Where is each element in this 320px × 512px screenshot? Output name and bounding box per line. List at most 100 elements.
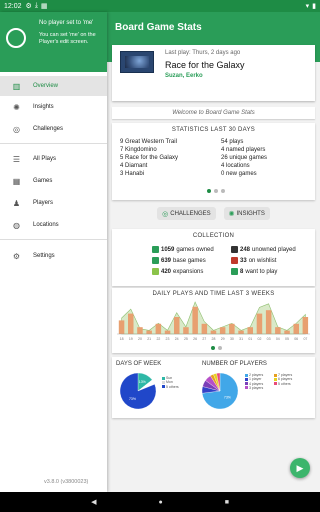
top-games-list: 9 Great Western Trail 7 Kingdomino 5 Rac…	[120, 138, 178, 178]
list-item: 54 plays	[221, 139, 244, 145]
list-item[interactable]: 9 Great Western Trail	[120, 138, 178, 146]
lightbulb-icon: ✺	[228, 210, 235, 218]
plays-bar	[256, 313, 263, 334]
want-to-play-icon	[231, 268, 238, 275]
play-fab[interactable]: ▶	[290, 458, 310, 478]
list-item: 0 new games	[221, 171, 257, 177]
collection-panel: COLLECTION 1059 games owned 248 unowned pl…	[112, 229, 315, 286]
home-icon[interactable]: ●	[158, 499, 162, 506]
x-tick-label: 03	[267, 337, 271, 341]
wishlist-icon	[231, 257, 238, 264]
plays-bar	[219, 327, 226, 334]
collection-expansions[interactable]: 420 expansions	[152, 268, 203, 275]
chart-icon: ▥	[12, 81, 21, 91]
list-icon: ☰	[12, 154, 21, 164]
bottom-charts-panel: DAYS OF WEEK 13% 73% Sun Mon 5 others NUM…	[112, 357, 315, 418]
number-of-players-chart[interactable]: 73%	[200, 371, 240, 411]
list-item[interactable]: 7 Kingdomino	[120, 146, 178, 154]
player-name: No player set to 'me'	[39, 20, 94, 26]
daily-plays-panel: DAILY PLAYS AND TIME LAST 3 WEEKS 18 19 20…	[112, 288, 315, 353]
x-tick-label: 21	[147, 337, 151, 341]
game-thumbnail[interactable]	[120, 51, 154, 73]
page-dot[interactable]	[214, 189, 218, 193]
system-nav-bar: ◀ ● ■	[0, 492, 320, 512]
collection-unowned[interactable]: 248 unowned played	[231, 246, 296, 253]
target-icon: ◎	[13, 124, 20, 134]
collection-owned[interactable]: 1059 games owned	[152, 246, 214, 253]
main-content: Board Game Stats Last play: Thurs, 2 day…	[107, 12, 320, 492]
page-indicator	[207, 189, 225, 193]
list-item[interactable]: 3 Hanabi	[120, 170, 178, 178]
x-tick-label: 25	[184, 337, 188, 341]
collection-base-games[interactable]: 639 base games	[152, 257, 206, 264]
target-icon: ◎	[162, 210, 169, 218]
collection-wishlist[interactable]: 33 on wishlist	[231, 257, 276, 264]
x-tick-label: 06	[294, 337, 298, 341]
x-tick-label: 27	[202, 337, 206, 341]
legend-label: 5 others	[278, 381, 291, 386]
page-indicator	[211, 346, 222, 350]
plays-bar	[229, 323, 235, 334]
plays-bar	[302, 317, 309, 334]
drawer-item-overview[interactable]: ▥ Overview	[0, 76, 107, 96]
x-tick-label: 04	[276, 337, 280, 341]
daily-plays-title: DAILY PLAYS AND TIME LAST 3 WEEKS	[152, 291, 275, 297]
plays-bar	[155, 323, 162, 334]
page-dot[interactable]	[221, 189, 225, 193]
expansion-icon	[152, 268, 159, 275]
gear-icon: ⚙	[25, 3, 32, 10]
lightbulb-icon: ✺	[13, 102, 20, 112]
x-tick-label: 28	[212, 337, 216, 341]
x-tick-label: 19	[129, 337, 133, 341]
welcome-banner: Welcome to Board Game Stats	[112, 107, 315, 119]
plays-bar	[146, 330, 152, 334]
plays-bar	[247, 327, 253, 334]
list-item: 4 locations	[221, 163, 250, 169]
app-title: Board Game Stats	[115, 22, 202, 33]
challenges-button[interactable]: ◎ CHALLENGES	[157, 207, 216, 220]
drawer-item-all-plays[interactable]: ☰ All Plays	[0, 149, 107, 169]
number-of-players-legend-col2: 7 players 6 players 5 others	[274, 373, 292, 386]
x-tick-label: 20	[138, 337, 142, 341]
back-icon[interactable]: ◀	[91, 498, 96, 506]
x-tick-label: 07	[303, 337, 307, 341]
player-hint: You can set 'me' on the Player's edit sc…	[39, 32, 96, 45]
page-dot[interactable]	[211, 346, 215, 350]
drawer-item-locations[interactable]: ◍ Locations	[0, 215, 107, 235]
x-tick-label: 30	[230, 337, 234, 341]
days-of-week-chart[interactable]: 13% 73%	[118, 371, 158, 411]
x-tick-label: 24	[175, 337, 179, 341]
x-tick-label: 02	[258, 337, 262, 341]
plays-bar	[183, 327, 189, 334]
recents-icon[interactable]: ■	[225, 499, 229, 506]
last-play-game[interactable]: Race for the Galaxy	[165, 60, 245, 70]
list-item: 4 named players	[221, 147, 266, 153]
insights-button[interactable]: ✺ INSIGHTS	[223, 207, 270, 220]
x-tick-label: 31	[239, 337, 243, 341]
drawer-item-challenges[interactable]: ◎ Challenges	[0, 119, 107, 139]
last-play-card[interactable]: Last play: Thurs, 2 days ago Race for th…	[112, 45, 315, 101]
avatar[interactable]	[6, 28, 26, 48]
drawer-item-games[interactable]: ▦ Games	[0, 171, 107, 191]
collection-want-to-play[interactable]: 8 want to play	[231, 268, 277, 275]
x-tick-label: 26	[193, 337, 197, 341]
drawer-item-insights[interactable]: ✺ Insights	[0, 97, 107, 117]
plays-bar	[238, 330, 244, 334]
x-tick-label: 29	[221, 337, 225, 341]
list-item[interactable]: 5 Race for the Galaxy	[120, 154, 178, 162]
box-outline-icon	[231, 246, 238, 253]
drawer-header: No player set to 'me' You can set 'me' o…	[0, 12, 107, 72]
drawer-item-settings[interactable]: ⚙ Settings	[0, 246, 107, 266]
days-of-week-title: DAYS OF WEEK	[116, 361, 162, 367]
daily-plays-chart[interactable]: 18 19 20 21 22 23 24 25 26 27 28 29 30 31 01 02 03 04 05 06…	[117, 300, 310, 344]
drawer-item-players[interactable]: ♟ Players	[0, 193, 107, 213]
battery-icon: ▮	[312, 3, 316, 10]
number-of-players-legend-col1: 2 players 1 player 4 players 3 players	[245, 373, 263, 390]
plays-bar	[201, 323, 208, 334]
page-dot[interactable]	[218, 346, 222, 350]
plays-bar	[174, 317, 180, 334]
puzzle-icon	[152, 257, 159, 264]
list-item[interactable]: 4 Diamant	[120, 162, 178, 170]
page-dot[interactable]	[207, 189, 211, 193]
gear-icon: ⚙	[12, 251, 21, 261]
